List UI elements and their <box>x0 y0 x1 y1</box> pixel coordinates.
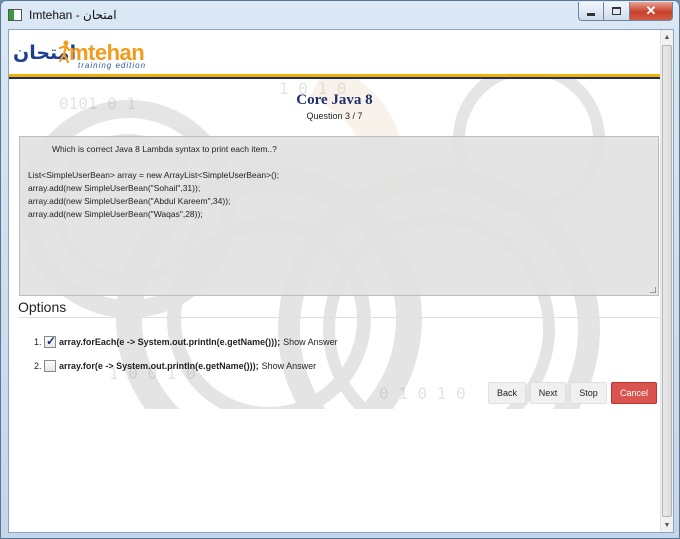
back-button[interactable]: Back <box>488 382 526 404</box>
code-line: array.add(new SimpleUserBean("Sohail",31… <box>28 183 201 193</box>
cancel-button[interactable]: Cancel <box>611 382 657 404</box>
question-counter: Question 3 / 7 <box>306 111 363 121</box>
exam-title: Core Java 8 <box>296 92 373 108</box>
option-1: 1. array.forEach(e -> System.out.println… <box>34 334 338 349</box>
svg-text:0 1 0 1 0: 0 1 0 1 0 <box>379 384 466 403</box>
option-2-show-answer-link[interactable]: Show Answer <box>262 361 317 371</box>
title-bar[interactable]: Imtehan - امتحان ✕ <box>1 1 679 29</box>
option-1-show-answer-link[interactable]: Show Answer <box>283 337 338 347</box>
vertical-scrollbar[interactable]: ▲ ▼ <box>660 30 673 532</box>
options-heading: Options <box>18 299 67 315</box>
question-text: Which is correct Java 8 Lambda syntax to… <box>52 144 277 154</box>
option-2-checkbox[interactable] <box>44 360 56 372</box>
page-content: امتحان mtehan training edition 0101 0 1 … <box>9 30 660 532</box>
code-line: array.add(new SimpleUserBean("Waqas",28)… <box>28 209 203 219</box>
window-controls: ✕ <box>578 2 673 21</box>
option-number: 1. <box>34 337 42 347</box>
imtehan-logo: امتحان mtehan training edition <box>13 40 153 70</box>
scroll-up-icon[interactable]: ▲ <box>661 30 673 44</box>
client-area: امتحان mtehan training edition 0101 0 1 … <box>8 29 674 533</box>
app-window: Imtehan - امتحان ✕ امتحان mtehan trainin… <box>0 0 680 539</box>
scrollbar-thumb[interactable] <box>662 45 672 517</box>
stop-button[interactable]: Stop <box>570 382 607 404</box>
maximize-icon <box>612 7 621 15</box>
option-number: 2. <box>34 361 42 371</box>
maximize-button[interactable] <box>604 2 630 21</box>
option-2-label[interactable]: array.for(e -> System.out.println(e.getN… <box>59 361 259 371</box>
minimize-icon <box>587 12 595 16</box>
window-title: Imtehan - امتحان <box>29 8 117 22</box>
question-code: List<SimpleUserBean> array = new ArrayLi… <box>28 169 650 221</box>
code-line: List<SimpleUserBean> array = new ArrayLi… <box>28 170 280 180</box>
question-textarea[interactable]: Which is correct Java 8 Lambda syntax to… <box>19 136 659 296</box>
option-2: 2. array.for(e -> System.out.println(e.g… <box>34 359 316 373</box>
option-1-label[interactable]: array.forEach(e -> System.out.println(e.… <box>59 337 280 347</box>
minimize-button[interactable] <box>578 2 604 21</box>
close-button[interactable]: ✕ <box>630 2 673 21</box>
next-button[interactable]: Next <box>530 382 566 404</box>
code-line: array.add(new SimpleUserBean("Abdul Kare… <box>28 196 231 206</box>
options-divider <box>18 317 659 318</box>
option-1-checkbox[interactable] <box>44 334 56 348</box>
header: امتحان mtehan training edition <box>9 30 660 79</box>
scroll-down-icon[interactable]: ▼ <box>661 518 673 532</box>
logo-subtitle: training edition <box>78 61 147 70</box>
app-icon[interactable] <box>8 9 22 21</box>
resize-grip-icon[interactable] <box>650 287 656 293</box>
